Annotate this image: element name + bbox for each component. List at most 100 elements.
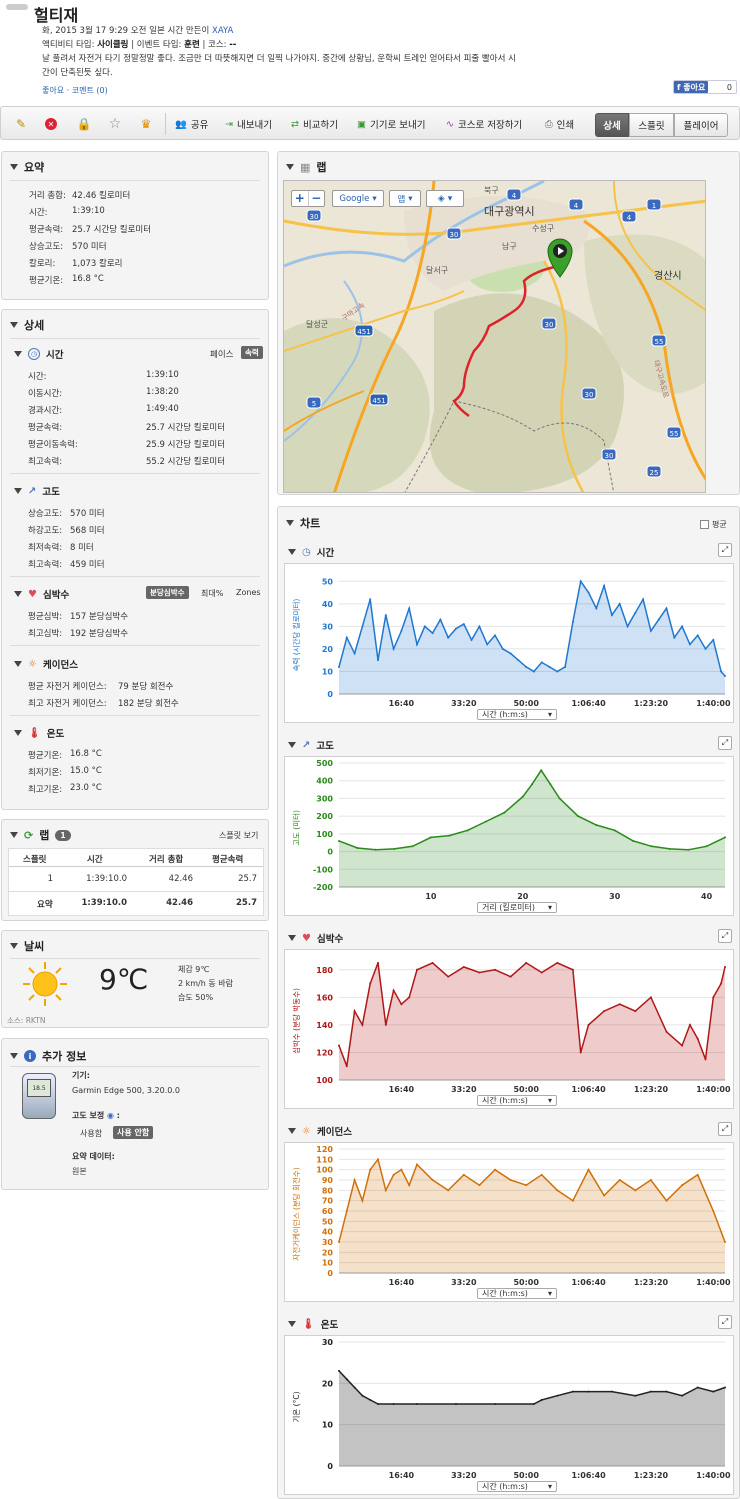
cadence-icon: ☼ [28,658,37,670]
road-shield-label: 5 [312,400,316,408]
chart-header-2[interactable]: ♥ 심박수 [288,931,343,945]
data-point [361,1199,364,1202]
delete-icon[interactable]: ✕ [43,116,59,132]
expand-chart-icon[interactable]: ⤢ [718,543,732,557]
chart-title: 고도 [316,741,334,752]
x-axis-select[interactable]: 거리 (킬로미터) ▾ [477,902,557,913]
chart-svg[interactable]: 100 120 140 160 180 16:40 33:20 50:00 1:06:40 1:2… [285,950,735,1110]
temperature-section-header[interactable]: 🌡 온도 [14,726,64,740]
data-point [345,636,348,639]
meta-date: 화, 2015 3월 17 9:29 오전 일본 시간 만든이 [42,26,210,36]
tab-detail[interactable]: 상세 [595,113,629,137]
speed-toggle[interactable]: 속력 [241,346,263,359]
average-toggle[interactable]: 평균 [700,519,727,530]
star-icon[interactable]: ☆ [107,116,123,132]
x-tick-label: 50:00 [513,1085,539,1094]
chart-svg[interactable]: -200 -100 0 100 200 300 400 500 10 20 30 40 고도 (미터) [285,757,735,917]
bpm-toggle[interactable]: 분당심박수 [146,586,189,599]
send-to-device-button[interactable]: ▣ 기기로 보내기 [357,116,425,132]
tab-player[interactable]: 플레이어 [674,113,728,137]
chart-svg[interactable]: 0 10 20 30 40 50 16:40 33:20 50:00 1:06:40 1:23:20… [285,564,735,724]
route-map[interactable]: 30 30 4 4 1 451 451 5 30 30 55 55 25 30 4 대구광역시 북구 남구 … [283,180,706,493]
zones-toggle[interactable]: Zones [236,588,261,597]
edit-icon[interactable]: ✎ [13,116,29,132]
heartrate-section-header[interactable]: ♥ 심박수 [14,587,69,601]
table-row[interactable]: 요약 1:39:10.0 42.46 25.7 [9,891,263,913]
chart-header-4[interactable]: 🌡 온도 [288,1317,338,1331]
average-checkbox[interactable] [700,520,709,529]
temperature-section-title: 온도 [46,729,65,740]
x-axis-select-label: 시간 (h:m:s) [482,1482,528,1491]
details-header[interactable]: 상세 [10,317,44,333]
print-button[interactable]: ⎙ 인쇄 [545,116,574,132]
data-point [384,614,387,617]
thermometer-icon: 🌡 [28,727,41,739]
x-tick-label: 10 [425,892,437,901]
x-axis-select-label: 거리 (킬로미터) [482,903,535,912]
share-button[interactable]: 👥 공유 [175,116,208,132]
max-percent-toggle[interactable]: 최대% [201,588,223,599]
award-icon[interactable]: ♛ [138,116,154,132]
laps-header[interactable]: ⟳ 랩 1 [10,827,71,843]
data-point [431,1179,434,1181]
data-point [369,598,372,601]
expand-chart-icon[interactable]: ⤢ [718,1315,732,1329]
tab-split[interactable]: 스플릿 [629,113,674,137]
map-type-select[interactable]: 맵 ▾ [389,190,421,207]
charts-header[interactable]: 차트 [286,515,320,531]
data-point [649,629,652,632]
lock-icon[interactable]: 🔒 [76,116,92,132]
x-axis-select[interactable]: 시간 (h:m:s) ▾ [477,1481,557,1492]
chart-header-0[interactable]: ◷ 시간 [288,545,334,559]
facebook-like-button[interactable]: f 좋아요 [674,81,709,93]
chart-header-1[interactable]: ↗ 고도 [288,738,334,752]
collapse-icon [288,742,296,748]
help-icon[interactable]: ◉ [107,1111,114,1120]
expand-chart-icon[interactable]: ⤢ [718,736,732,750]
zoom-in-button[interactable]: + [292,191,309,206]
chart-header-3[interactable]: ☼ 케이던스 [288,1124,352,1138]
time-value: 55.2 시간당 킬로미터 [146,457,226,467]
data-point [579,580,582,583]
elevation-correction-on[interactable]: 사용함 [80,1128,102,1139]
table-row[interactable]: 1 1:39:10.0 42.46 25.7 [9,869,263,889]
split-view-link[interactable]: 스플릿 보기 [219,830,258,841]
compare-button[interactable]: ⇄ 비교하기 [291,116,338,132]
like-link[interactable]: 좋아요 [42,86,64,95]
map-canvas[interactable]: 303044145145153030555525304 대구광역시 북구 남구 … [284,181,706,493]
data-point [571,1390,574,1393]
map-provider-select[interactable]: Google ▾ [332,190,384,207]
expand-chart-icon[interactable]: ⤢ [718,929,732,943]
layers-select[interactable]: ◈ ▾ [426,190,464,207]
zoom-out-button[interactable]: − [309,191,325,206]
x-axis-select[interactable]: 시간 (h:m:s) ▾ [477,709,557,720]
chart-svg[interactable]: 0 10 20 30 16:40 33:20 50:00 1:06:40 1:23:20 1:40… [285,1336,735,1496]
elevation-value: 8 미터 [70,543,94,553]
map-header[interactable]: ▦ 랩 [286,159,327,175]
extra-info-header[interactable]: i 추가 정보 [10,1048,86,1064]
laps-table-header: 스플릿 시간 거리 총합 평균속력 [9,849,263,867]
data-point [525,665,528,668]
time-section-header[interactable]: ◷ 시간 [14,347,63,361]
elevation-correction-off[interactable]: 사용 안함 [113,1126,154,1139]
x-tick-label: 1:23:20 [634,1085,669,1094]
comment-link[interactable]: 코멘트 (0) [72,86,108,95]
chart-svg[interactable]: 010 203040 506070 8090100 110120 16:40 33:20 50… [285,1143,735,1303]
data-point [549,783,552,786]
x-axis-select[interactable]: 시간 (h:m:s) ▾ [477,1095,557,1106]
cadence-section-header[interactable]: ☼ 케이던스 [14,657,78,671]
summary-key: 평균속력: [29,225,64,235]
weather-header[interactable]: 날씨 [10,938,44,954]
chart-title: 시간 [316,548,335,559]
save-course-button[interactable]: ∿ 코스로 저장하기 [446,116,522,132]
author-link[interactable]: XAYA [212,26,233,36]
dropdown-icon: ▾ [447,193,453,204]
elevation-section-header[interactable]: ↗ 고도 [14,484,60,498]
export-button[interactable]: ⇥ 내보내기 [225,116,272,132]
facebook-like[interactable]: f 좋아요 0 [673,80,737,94]
x-axis-select[interactable]: 시간 (h:m:s) ▾ [477,1288,557,1299]
expand-chart-icon[interactable]: ⤢ [718,1122,732,1136]
summary-header[interactable]: 요약 [10,159,44,175]
pace-toggle[interactable]: 페이스 [210,348,233,360]
data-point [338,1369,340,1372]
